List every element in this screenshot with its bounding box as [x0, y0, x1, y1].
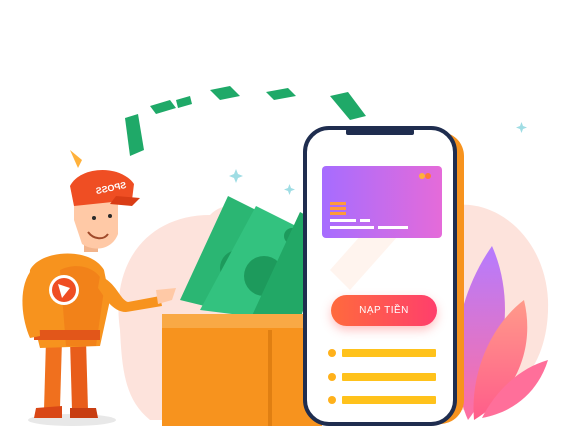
list-bullet [328, 349, 336, 357]
list-bar [342, 349, 436, 357]
list-bar [342, 373, 436, 381]
list-bullet [328, 396, 336, 404]
list-bar [342, 396, 436, 404]
card-chip-icon [330, 202, 346, 215]
illustration [22, 86, 549, 426]
wallet [162, 314, 322, 426]
credit-card [322, 166, 442, 238]
deposit-button[interactable]: NẠP TIỀN [331, 295, 437, 326]
list-bullet [328, 373, 336, 381]
